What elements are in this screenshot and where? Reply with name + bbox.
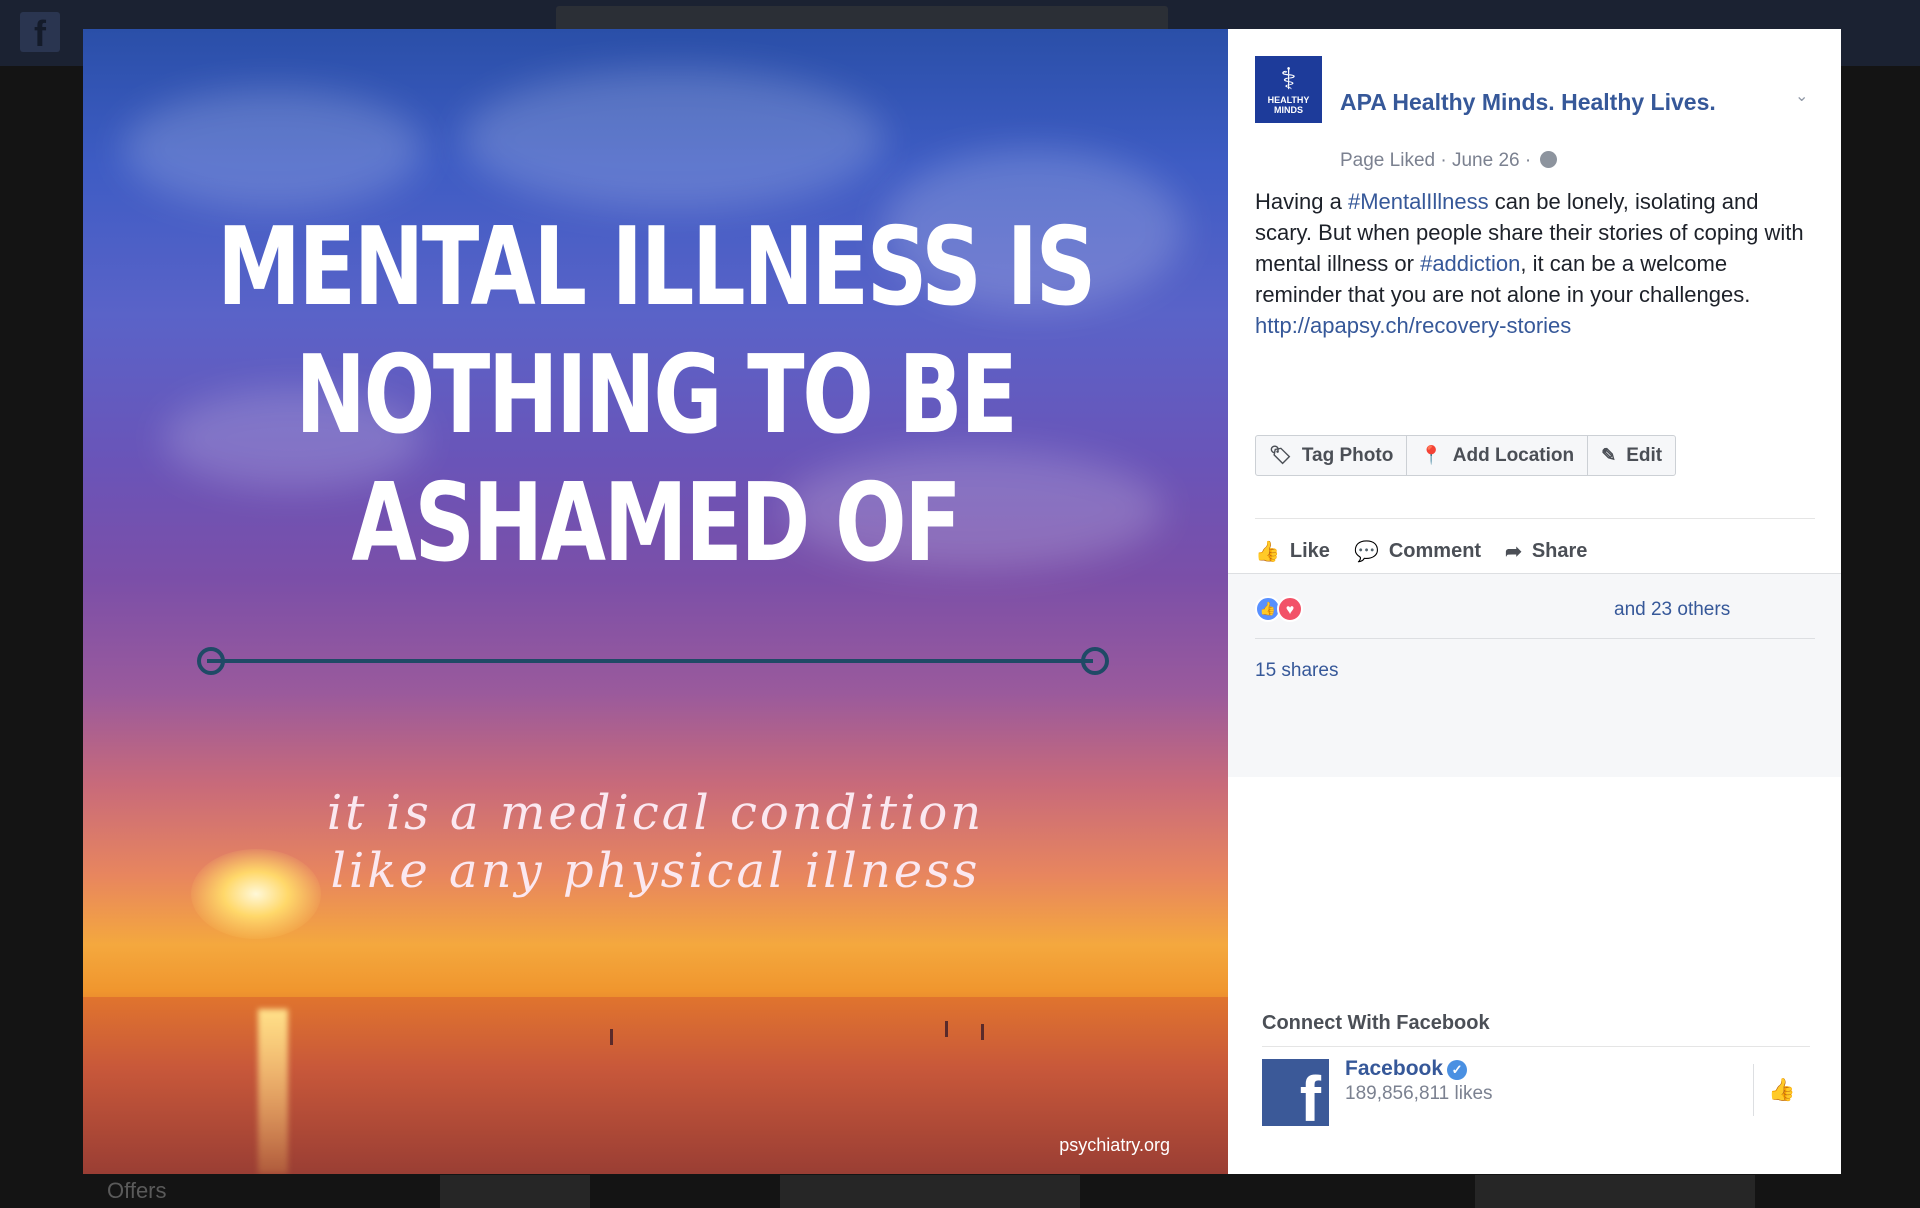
love-reaction-icon: ♥ xyxy=(1277,596,1303,622)
edit-button[interactable]: ✎ Edit xyxy=(1588,436,1675,475)
edit-label: Edit xyxy=(1626,444,1663,466)
photo-watermark: psychiatry.org xyxy=(1059,1135,1170,1155)
hashtag-addiction-link[interactable]: #addiction xyxy=(1420,251,1520,276)
divider xyxy=(1255,518,1815,519)
facebook-page-name[interactable]: Facebook ✓ xyxy=(1345,1057,1468,1081)
comment-label: Comment xyxy=(1388,539,1482,562)
globe-icon xyxy=(1540,151,1558,168)
tag-photo-button[interactable]: 🏷 Tag Photo xyxy=(1256,436,1408,475)
hashtag-mental-illness-link[interactable]: #MentalIllness xyxy=(1348,189,1489,214)
divider-left-dot xyxy=(197,647,225,675)
reaction-icons[interactable]: 👍 ♥ xyxy=(1255,596,1303,622)
like-button[interactable]: 👍 Like xyxy=(1255,535,1330,567)
verified-badge-icon: ✓ xyxy=(1447,1060,1468,1080)
shares-count-link[interactable]: 15 shares xyxy=(1255,660,1338,682)
headline-line: ASHAMED OF xyxy=(351,461,962,586)
post-text: Having a #MentalIllness can be lonely, i… xyxy=(1255,186,1815,341)
photo-action-buttons: 🏷 Tag Photo 📍 Add Location ✎ Edit xyxy=(1255,435,1677,476)
page-avatar[interactable]: ⚕ HEALTHY MINDS xyxy=(1255,56,1322,123)
like-page-button[interactable]: 👍 xyxy=(1768,1077,1795,1103)
recovery-stories-link[interactable]: http://apapsy.ch/recovery-stories xyxy=(1255,313,1571,338)
post-actions: 👍 Like 💬 Comment ➦ Share xyxy=(1255,535,1611,567)
pencil-icon: ✎ xyxy=(1601,445,1617,465)
post-text-part: Having a xyxy=(1255,189,1348,214)
thumbs-up-icon: 👍 xyxy=(1255,540,1280,563)
subtitle-line: it is a medical condition xyxy=(326,785,985,841)
facebook-page-name-text: Facebook xyxy=(1345,1057,1444,1080)
comment-bubble-icon: 💬 xyxy=(1353,540,1379,563)
post-meta-text: Page Liked · June 26 · xyxy=(1340,150,1532,171)
location-pin-icon: 📍 xyxy=(1420,445,1443,465)
background-thumbnail xyxy=(780,1175,1080,1208)
page-name-link[interactable]: APA Healthy Minds. Healthy Lives. xyxy=(1340,89,1716,116)
photo-divider xyxy=(207,659,1093,663)
post-meta: Page Liked · June 26 · xyxy=(1340,150,1558,172)
tag-icon: 🏷 xyxy=(1269,445,1292,465)
comment-button[interactable]: 💬 Comment xyxy=(1354,535,1481,567)
background-offers-label: Offers xyxy=(107,1178,167,1203)
facebook-page-logo-icon[interactable]: f xyxy=(1262,1059,1329,1126)
healthy-minds-logo-icon: ⚕ xyxy=(1280,62,1297,96)
photo-theater: MENTAL ILLNESS IS NOTHING TO BE ASHAMED … xyxy=(83,29,1841,1174)
photo-headline: MENTAL ILLNESS IS NOTHING TO BE ASHAMED … xyxy=(209,204,1102,588)
connect-title: Connect With Facebook xyxy=(1262,1012,1490,1034)
sun-reflection-graphic xyxy=(258,1009,288,1174)
headline-line: NOTHING TO BE xyxy=(295,333,1017,458)
facebook-logo-icon: f xyxy=(20,12,60,54)
avatar-caption: HEALTHY MINDS xyxy=(1267,94,1310,115)
facebook-page-likes: 189,856,811 likes xyxy=(1345,1083,1493,1104)
background-thumbnail xyxy=(440,1175,590,1208)
sea-graphic xyxy=(83,997,1228,1174)
photo-subtitle: it is a medical condition like any physi… xyxy=(83,784,1228,900)
post-stats: 👍 ♥ and 23 others 15 shares xyxy=(1228,573,1841,777)
add-location-label: Add Location xyxy=(1452,444,1575,466)
subtitle-line: like any physical illness xyxy=(330,843,981,899)
divider xyxy=(1262,1046,1810,1047)
reactions-others-link[interactable]: and 23 others xyxy=(1614,599,1730,621)
share-arrow-icon: ➦ xyxy=(1505,540,1522,563)
like-label: Like xyxy=(1289,539,1330,562)
divider-right-dot xyxy=(1081,647,1109,675)
tag-photo-label: Tag Photo xyxy=(1301,444,1394,466)
add-location-button[interactable]: 📍 Add Location xyxy=(1407,436,1589,475)
chevron-down-icon[interactable]: ⌄ xyxy=(1795,86,1815,106)
share-button[interactable]: ➦ Share xyxy=(1505,535,1587,567)
post-photo[interactable]: MENTAL ILLNESS IS NOTHING TO BE ASHAMED … xyxy=(83,29,1228,1174)
divider xyxy=(1255,638,1815,639)
thumbs-up-icon: 👍 xyxy=(1768,1077,1796,1102)
divider xyxy=(1753,1064,1754,1116)
share-label: Share xyxy=(1531,539,1588,562)
background-thumbnail xyxy=(1475,1175,1755,1208)
post-side-panel: ⚕ HEALTHY MINDS APA Healthy Minds. Healt… xyxy=(1228,29,1841,1174)
headline-line: MENTAL ILLNESS IS xyxy=(217,205,1096,330)
